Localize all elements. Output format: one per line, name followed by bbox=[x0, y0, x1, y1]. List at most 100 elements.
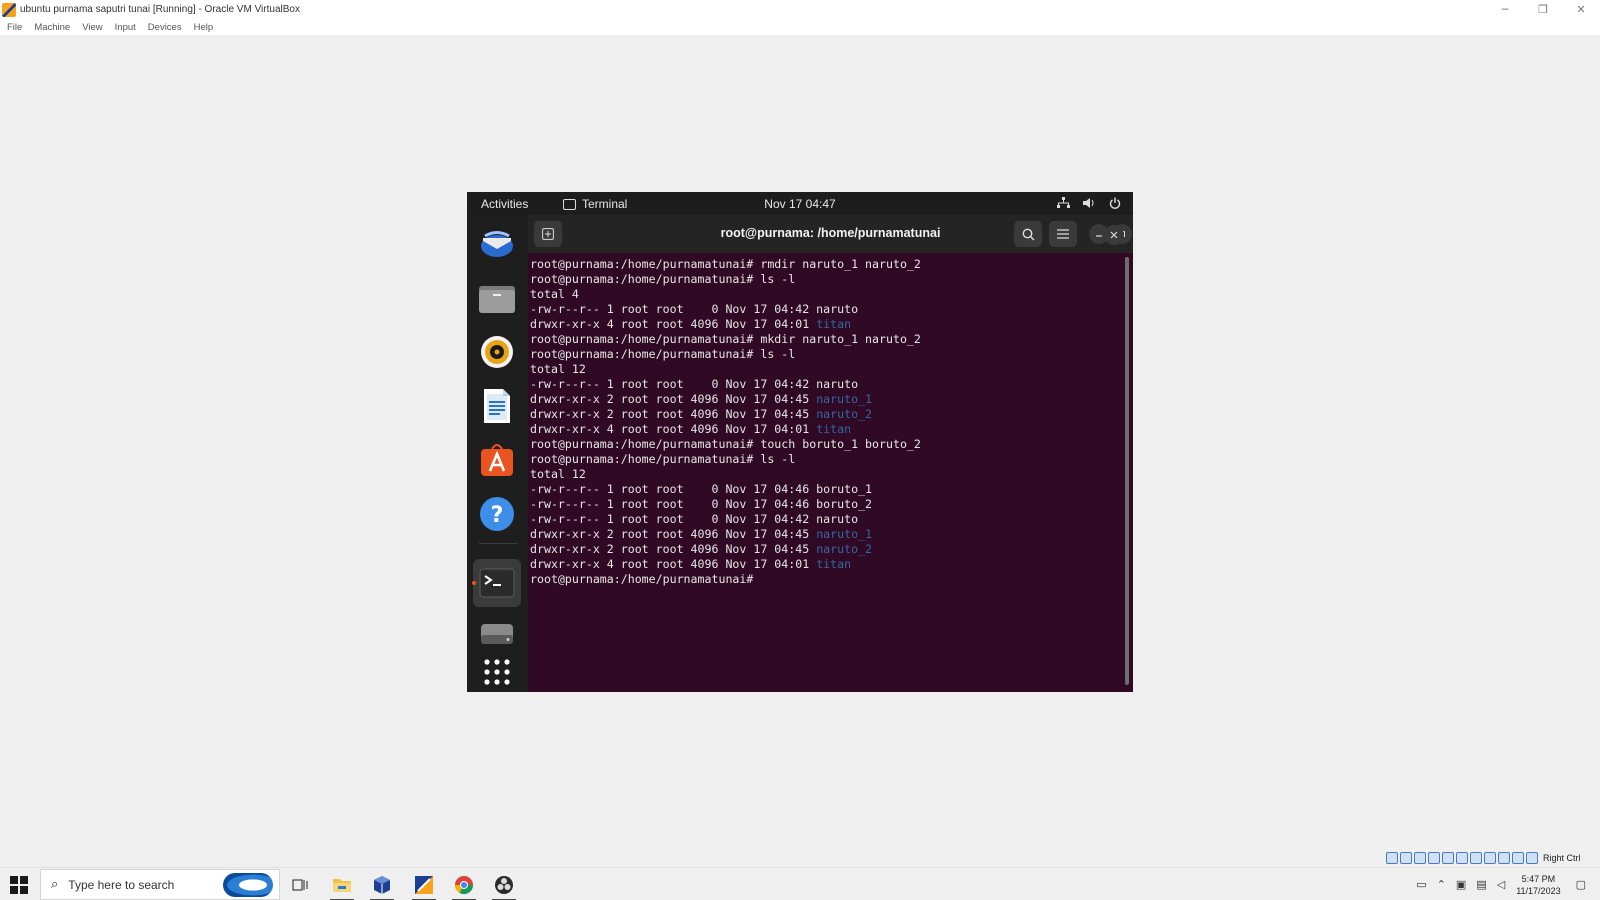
taskbar-search-box[interactable]: ⌕ Type here to search bbox=[40, 869, 280, 900]
directory-name: naruto_1 bbox=[816, 392, 873, 406]
mouse-integration-icon[interactable] bbox=[1512, 852, 1524, 864]
usb-icon[interactable] bbox=[1442, 852, 1454, 864]
notification-center-icon[interactable]: ▢ bbox=[1576, 878, 1586, 891]
virtualbox-taskbar-icon[interactable] bbox=[364, 871, 400, 900]
volume-icon[interactable] bbox=[1081, 195, 1097, 211]
terminal-line-text: -rw-r--r-- 1 root root 0 Nov 17 04:42 na… bbox=[530, 377, 859, 391]
task-view-icon[interactable] bbox=[282, 871, 318, 899]
hard-disk-icon[interactable] bbox=[1386, 852, 1398, 864]
optical-drive-icon[interactable] bbox=[1400, 852, 1412, 864]
recording-icon[interactable] bbox=[1484, 852, 1496, 864]
terminal-header-bar[interactable]: root@purnama: /home/purnamatunai bbox=[528, 215, 1133, 253]
network-icon[interactable] bbox=[1055, 195, 1071, 211]
terminal-line: drwxr-xr-x 2 root root 4096 Nov 17 04:45… bbox=[530, 527, 1133, 542]
terminal-search-button[interactable] bbox=[1014, 221, 1042, 247]
shared-folder-icon[interactable] bbox=[1456, 852, 1468, 864]
terminal-scrollbar[interactable] bbox=[1125, 257, 1129, 685]
hamburger-menu-button[interactable] bbox=[1049, 221, 1077, 247]
terminal-line-text: -rw-r--r-- 1 root root 0 Nov 17 04:46 bo… bbox=[530, 497, 873, 511]
terminal-line: total 12 bbox=[530, 362, 1133, 377]
terminal-close-button[interactable] bbox=[1104, 225, 1124, 245]
vbox-status-bar: Right Ctrl bbox=[1386, 850, 1581, 866]
terminal-line: drwxr-xr-x 2 root root 4096 Nov 17 04:45… bbox=[530, 407, 1133, 422]
network-status-icon[interactable]: ▤ bbox=[1476, 878, 1486, 891]
terminal-window[interactable]: root@purnama: /home/purnamatunai root@pu… bbox=[528, 215, 1133, 692]
restore-button[interactable]: ❐ bbox=[1524, 0, 1562, 19]
file-explorer-icon[interactable] bbox=[324, 871, 360, 900]
search-highlight-image[interactable] bbox=[223, 873, 273, 897]
top-bar-clock[interactable]: Nov 17 04:47 bbox=[467, 197, 1133, 211]
directory-name: titan bbox=[816, 422, 852, 436]
network-adapter-icon[interactable] bbox=[1428, 852, 1440, 864]
app-grid-icon[interactable] bbox=[476, 651, 518, 693]
menu-devices[interactable]: Devices bbox=[148, 22, 182, 33]
system-tray[interactable] bbox=[1055, 195, 1123, 211]
rhythmbox-icon[interactable] bbox=[476, 331, 518, 373]
terminal-line-text: -rw-r--r-- 1 root root 0 Nov 17 04:42 na… bbox=[530, 512, 859, 526]
terminal-line-text: drwxr-xr-x 4 root root 4096 Nov 17 04:01 bbox=[530, 557, 817, 571]
close-button[interactable]: ✕ bbox=[1562, 0, 1600, 19]
terminal-line: root@purnama:/home/purnamatunai# ls -l bbox=[530, 272, 1133, 287]
virtualbox-app-icon bbox=[2, 2, 16, 17]
cpu-icon[interactable] bbox=[1498, 852, 1510, 864]
dock-separator bbox=[479, 543, 517, 544]
host-title-bar: ubuntu purnama saputri tunai [Running] -… bbox=[0, 0, 1600, 19]
minimize-button[interactable]: ─ bbox=[1486, 0, 1524, 19]
menu-help[interactable]: Help bbox=[194, 22, 214, 33]
obs-icon[interactable] bbox=[486, 871, 522, 900]
menu-input[interactable]: Input bbox=[115, 22, 136, 33]
directory-name: titan bbox=[816, 557, 852, 571]
keyboard-icon[interactable] bbox=[1526, 852, 1538, 864]
terminal-line-text: root@purnama:/home/purnamatunai# ls -l bbox=[530, 452, 796, 466]
chrome-icon[interactable] bbox=[446, 871, 482, 900]
terminal-line-text: drwxr-xr-x 2 root root 4096 Nov 17 04:45 bbox=[530, 392, 817, 406]
writer-icon[interactable] bbox=[476, 385, 518, 427]
terminal-line: -rw-r--r-- 1 root root 0 Nov 17 04:46 bo… bbox=[530, 482, 1133, 497]
drive-icon[interactable] bbox=[476, 613, 518, 655]
audio-icon[interactable] bbox=[1414, 852, 1426, 864]
terminal-icon[interactable] bbox=[473, 559, 521, 607]
windows-start-button[interactable] bbox=[10, 876, 28, 894]
terminal-line: -rw-r--r-- 1 root root 0 Nov 17 04:46 bo… bbox=[530, 497, 1133, 512]
host-menu-bar: File Machine View Input Devices Help bbox=[0, 19, 1600, 35]
terminal-output[interactable]: root@purnama:/home/purnamatunai# rmdir n… bbox=[528, 253, 1133, 692]
terminal-line-text: total 12 bbox=[530, 467, 586, 481]
vm-display[interactable]: Activities Terminal Nov 17 04:47 ? root@… bbox=[467, 192, 1133, 692]
menu-view[interactable]: View bbox=[82, 22, 102, 33]
software-icon[interactable] bbox=[476, 439, 518, 481]
terminal-line: drwxr-xr-x 2 root root 4096 Nov 17 04:45… bbox=[530, 392, 1133, 407]
terminal-line: total 12 bbox=[530, 467, 1133, 482]
terminal-line: drwxr-xr-x 4 root root 4096 Nov 17 04:01… bbox=[530, 557, 1133, 572]
thunderbird-icon[interactable] bbox=[476, 223, 518, 265]
menu-machine[interactable]: Machine bbox=[34, 22, 70, 33]
running-indicator bbox=[472, 581, 476, 585]
terminal-line-text: root@purnama:/home/purnamatunai# touch b… bbox=[530, 437, 921, 451]
meet-now-icon[interactable]: ▣ bbox=[1456, 878, 1466, 891]
terminal-line: total 4 bbox=[530, 287, 1133, 302]
directory-name: naruto_2 bbox=[816, 542, 873, 556]
power-icon[interactable] bbox=[1107, 195, 1123, 211]
search-placeholder: Type here to search bbox=[68, 877, 175, 892]
speaker-muted-icon[interactable]: ◁ bbox=[1497, 878, 1505, 891]
windows-taskbar: ⌕ Type here to search ▭ ⌃ ▣ ▤ ◁ 5:47 PM … bbox=[0, 867, 1600, 900]
vm-window-taskbar-icon[interactable] bbox=[406, 871, 442, 900]
directory-name: naruto_2 bbox=[816, 407, 873, 421]
terminal-line-text: root@purnama:/home/purnamatunai# ls -l bbox=[530, 272, 796, 286]
display-icon[interactable] bbox=[1470, 852, 1482, 864]
terminal-line-text: total 4 bbox=[530, 287, 579, 301]
terminal-line-text: drwxr-xr-x 2 root root 4096 Nov 17 04:45 bbox=[530, 527, 817, 541]
terminal-line: drwxr-xr-x 4 root root 4096 Nov 17 04:01… bbox=[530, 317, 1133, 332]
menu-file[interactable]: File bbox=[7, 22, 22, 33]
terminal-line-text: drwxr-xr-x 4 root root 4096 Nov 17 04:01 bbox=[530, 422, 817, 436]
terminal-line: root@purnama:/home/purnamatunai# touch b… bbox=[530, 437, 1133, 452]
keyboard-layout-icon[interactable]: ▭ bbox=[1416, 878, 1426, 891]
terminal-line: -rw-r--r-- 1 root root 0 Nov 17 04:42 na… bbox=[530, 512, 1133, 527]
host-window-controls: ─ ❐ ✕ bbox=[1486, 0, 1600, 19]
help-icon[interactable]: ? bbox=[476, 493, 518, 535]
terminal-line: drwxr-xr-x 2 root root 4096 Nov 17 04:45… bbox=[530, 542, 1133, 557]
terminal-line-text: -rw-r--r-- 1 root root 0 Nov 17 04:42 na… bbox=[530, 302, 859, 316]
taskbar-clock[interactable]: 5:47 PM 11/17/2023 bbox=[1516, 873, 1560, 897]
files-icon[interactable] bbox=[476, 277, 518, 319]
host-key-label: Right Ctrl bbox=[1543, 853, 1581, 863]
show-hidden-icons-chevron-up-icon[interactable]: ⌃ bbox=[1437, 878, 1446, 891]
